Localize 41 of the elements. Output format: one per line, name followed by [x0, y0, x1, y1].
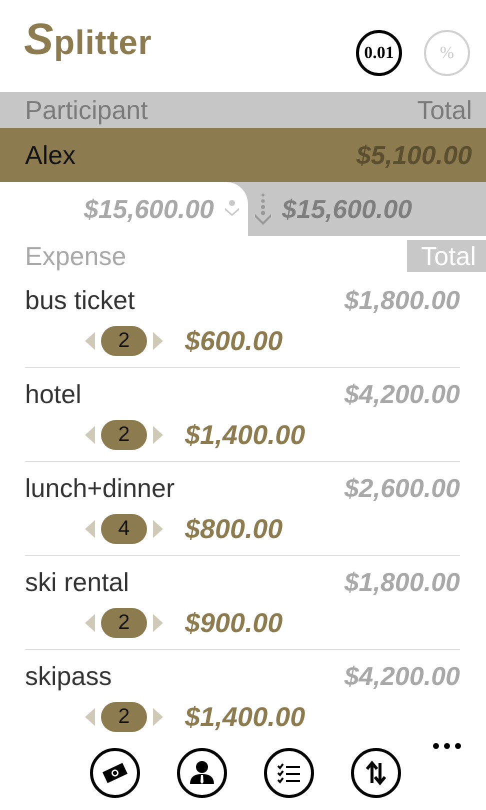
- more-icon[interactable]: [432, 742, 462, 750]
- participant-count: 4: [101, 514, 147, 544]
- right-arrow-icon[interactable]: [153, 708, 163, 726]
- share-amount: $1,400.00: [185, 420, 306, 450]
- expense-name[interactable]: hotel: [25, 378, 82, 410]
- left-arrow-icon[interactable]: [85, 520, 95, 538]
- column-header: Participant: [25, 94, 148, 126]
- share-amount: $1,400.00: [185, 702, 306, 732]
- share-amount: $600.00: [185, 326, 283, 356]
- format-toggle[interactable]: 0.01: [356, 30, 402, 76]
- expense-total: $4,200.00: [344, 378, 460, 410]
- money-button[interactable]: [90, 748, 140, 798]
- share-amount: $900.00: [185, 608, 283, 638]
- dotted-down-arrow-icon: [254, 192, 272, 226]
- expense-name[interactable]: lunch+dinner: [25, 472, 175, 504]
- expense-name[interactable]: skipass: [25, 660, 112, 692]
- sort-button[interactable]: [351, 748, 401, 798]
- left-arrow-icon[interactable]: [85, 426, 95, 444]
- column-header: Expense: [25, 240, 126, 272]
- expense-total: $4,200.00: [344, 660, 460, 692]
- right-arrow-icon[interactable]: [153, 426, 163, 444]
- right-arrow-icon[interactable]: [153, 520, 163, 538]
- right-arrow-icon[interactable]: [153, 332, 163, 350]
- expense-total: $1,800.00: [344, 284, 460, 316]
- expense-name[interactable]: ski rental: [25, 566, 130, 598]
- column-header: Total: [417, 94, 472, 126]
- expense-total: $2,600.00: [344, 472, 460, 504]
- person-button[interactable]: [177, 748, 227, 798]
- checklist-button[interactable]: [264, 748, 314, 798]
- participant-count: 2: [101, 702, 147, 732]
- expense-name[interactable]: bus ticket: [25, 284, 135, 316]
- expense-total: $1,800.00: [344, 566, 460, 598]
- participant-count: 2: [101, 608, 147, 638]
- left-arrow-icon[interactable]: [85, 708, 95, 726]
- participant-count: 2: [101, 420, 147, 450]
- right-arrow-icon[interactable]: [153, 614, 163, 632]
- left-arrow-icon[interactable]: [85, 332, 95, 350]
- left-arrow-icon[interactable]: [85, 614, 95, 632]
- participant-count: 2: [101, 326, 147, 356]
- share-amount: $800.00: [185, 514, 283, 544]
- person-arrow-icon: [224, 200, 240, 218]
